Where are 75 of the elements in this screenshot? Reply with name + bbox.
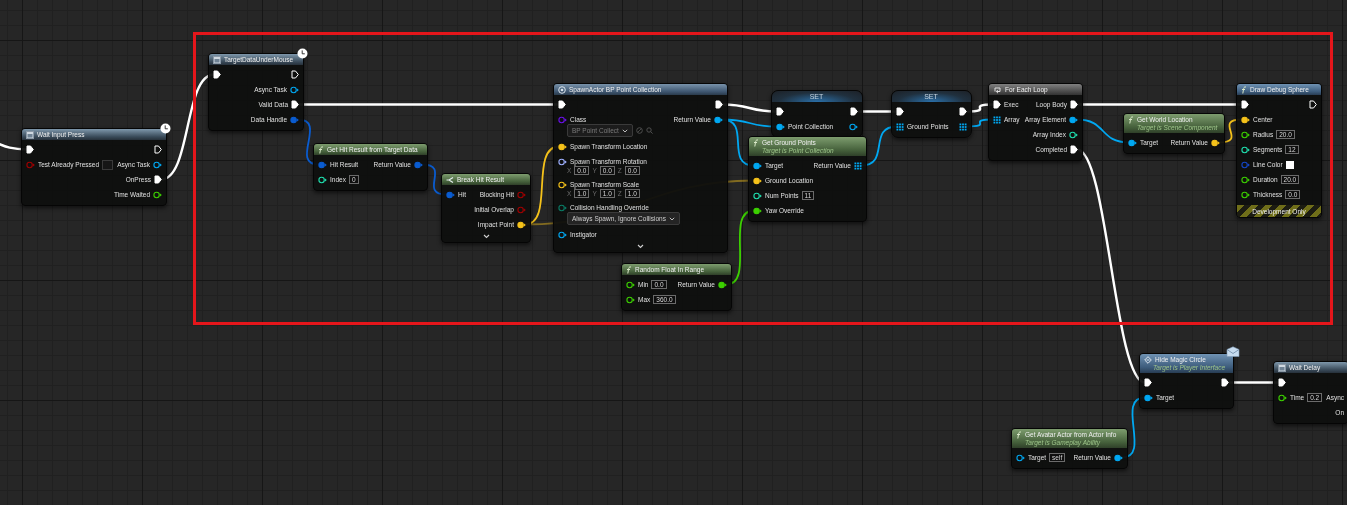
- data-pin[interactable]: [290, 85, 299, 94]
- array-pin[interactable]: [854, 161, 862, 170]
- function-icon: [626, 265, 632, 274]
- actor-icon: [558, 85, 566, 94]
- data-pin[interactable]: [626, 295, 635, 304]
- data-pin[interactable]: [1016, 453, 1025, 462]
- data-pin[interactable]: [776, 122, 785, 131]
- node-icon: [213, 55, 221, 64]
- function-icon: [1241, 85, 1247, 94]
- exec-pin[interactable]: [1144, 378, 1152, 387]
- function-icon: [318, 145, 324, 154]
- data-pin[interactable]: [1241, 145, 1250, 154]
- exec-pin[interactable]: [291, 100, 299, 109]
- array-pin[interactable]: [993, 115, 1001, 124]
- exec-pin[interactable]: [1278, 378, 1286, 387]
- exec-pin[interactable]: [1309, 100, 1317, 109]
- split-icon: [446, 175, 454, 184]
- exec-pin[interactable]: [558, 100, 566, 109]
- exec-pin[interactable]: [959, 107, 967, 116]
- exec-pin[interactable]: [1221, 378, 1229, 387]
- exec-pin[interactable]: [154, 145, 162, 154]
- chevron-icon[interactable]: [482, 234, 490, 239]
- data-pin[interactable]: [1241, 175, 1250, 184]
- exec-pin[interactable]: [896, 107, 904, 116]
- exec-pin[interactable]: [776, 107, 784, 116]
- data-pin[interactable]: [153, 160, 162, 169]
- node-icon: [1278, 363, 1286, 372]
- exec-pin[interactable]: [26, 145, 34, 154]
- data-pin[interactable]: [849, 122, 858, 131]
- data-pin[interactable]: [753, 206, 762, 215]
- data-pin[interactable]: [558, 230, 567, 239]
- data-pin[interactable]: [318, 175, 327, 184]
- exec-pin[interactable]: [291, 70, 299, 79]
- data-pin[interactable]: [153, 190, 162, 199]
- caret-icon: [621, 128, 628, 133]
- data-pin[interactable]: [558, 180, 567, 189]
- data-pin[interactable]: [753, 191, 762, 200]
- data-pin[interactable]: [1241, 115, 1250, 124]
- caret-icon: [668, 216, 675, 221]
- array-pin[interactable]: [959, 122, 967, 131]
- data-pin[interactable]: [1069, 115, 1078, 124]
- data-pin[interactable]: [1069, 130, 1078, 139]
- message-icon: [1144, 355, 1152, 364]
- checkbox[interactable]: [102, 159, 114, 170]
- data-pin[interactable]: [517, 220, 526, 229]
- function-icon: [1128, 115, 1134, 124]
- data-pin[interactable]: [718, 280, 727, 289]
- node-icon: [26, 130, 34, 139]
- data-pin[interactable]: [1144, 393, 1153, 402]
- chevron-icon[interactable]: [637, 244, 644, 249]
- data-pin[interactable]: [1128, 138, 1137, 147]
- function-icon: [753, 138, 759, 147]
- color-swatch[interactable]: [1285, 160, 1294, 169]
- exec-pin[interactable]: [1070, 100, 1078, 109]
- data-pin[interactable]: [1211, 138, 1220, 147]
- exec-pin[interactable]: [993, 100, 1001, 109]
- exec-pin[interactable]: [213, 70, 221, 79]
- data-pin[interactable]: [714, 115, 723, 124]
- exec-pin[interactable]: [1241, 100, 1249, 109]
- data-pin[interactable]: [626, 280, 635, 289]
- data-pin[interactable]: [753, 161, 762, 170]
- loop-icon: [993, 85, 1002, 94]
- data-pin[interactable]: [1241, 190, 1250, 199]
- array-pin[interactable]: [896, 122, 904, 131]
- data-pin[interactable]: [558, 157, 567, 166]
- data-pin[interactable]: [753, 176, 762, 185]
- exec-pin[interactable]: [1070, 145, 1078, 154]
- exec-pin[interactable]: [715, 100, 723, 109]
- data-pin[interactable]: [558, 142, 567, 151]
- exec-pin[interactable]: [850, 107, 858, 116]
- exec-pin[interactable]: [154, 175, 162, 184]
- data-pin[interactable]: [1241, 130, 1250, 139]
- function-icon: [1016, 430, 1022, 439]
- data-pin[interactable]: [1114, 453, 1123, 462]
- data-pin[interactable]: [1278, 393, 1287, 402]
